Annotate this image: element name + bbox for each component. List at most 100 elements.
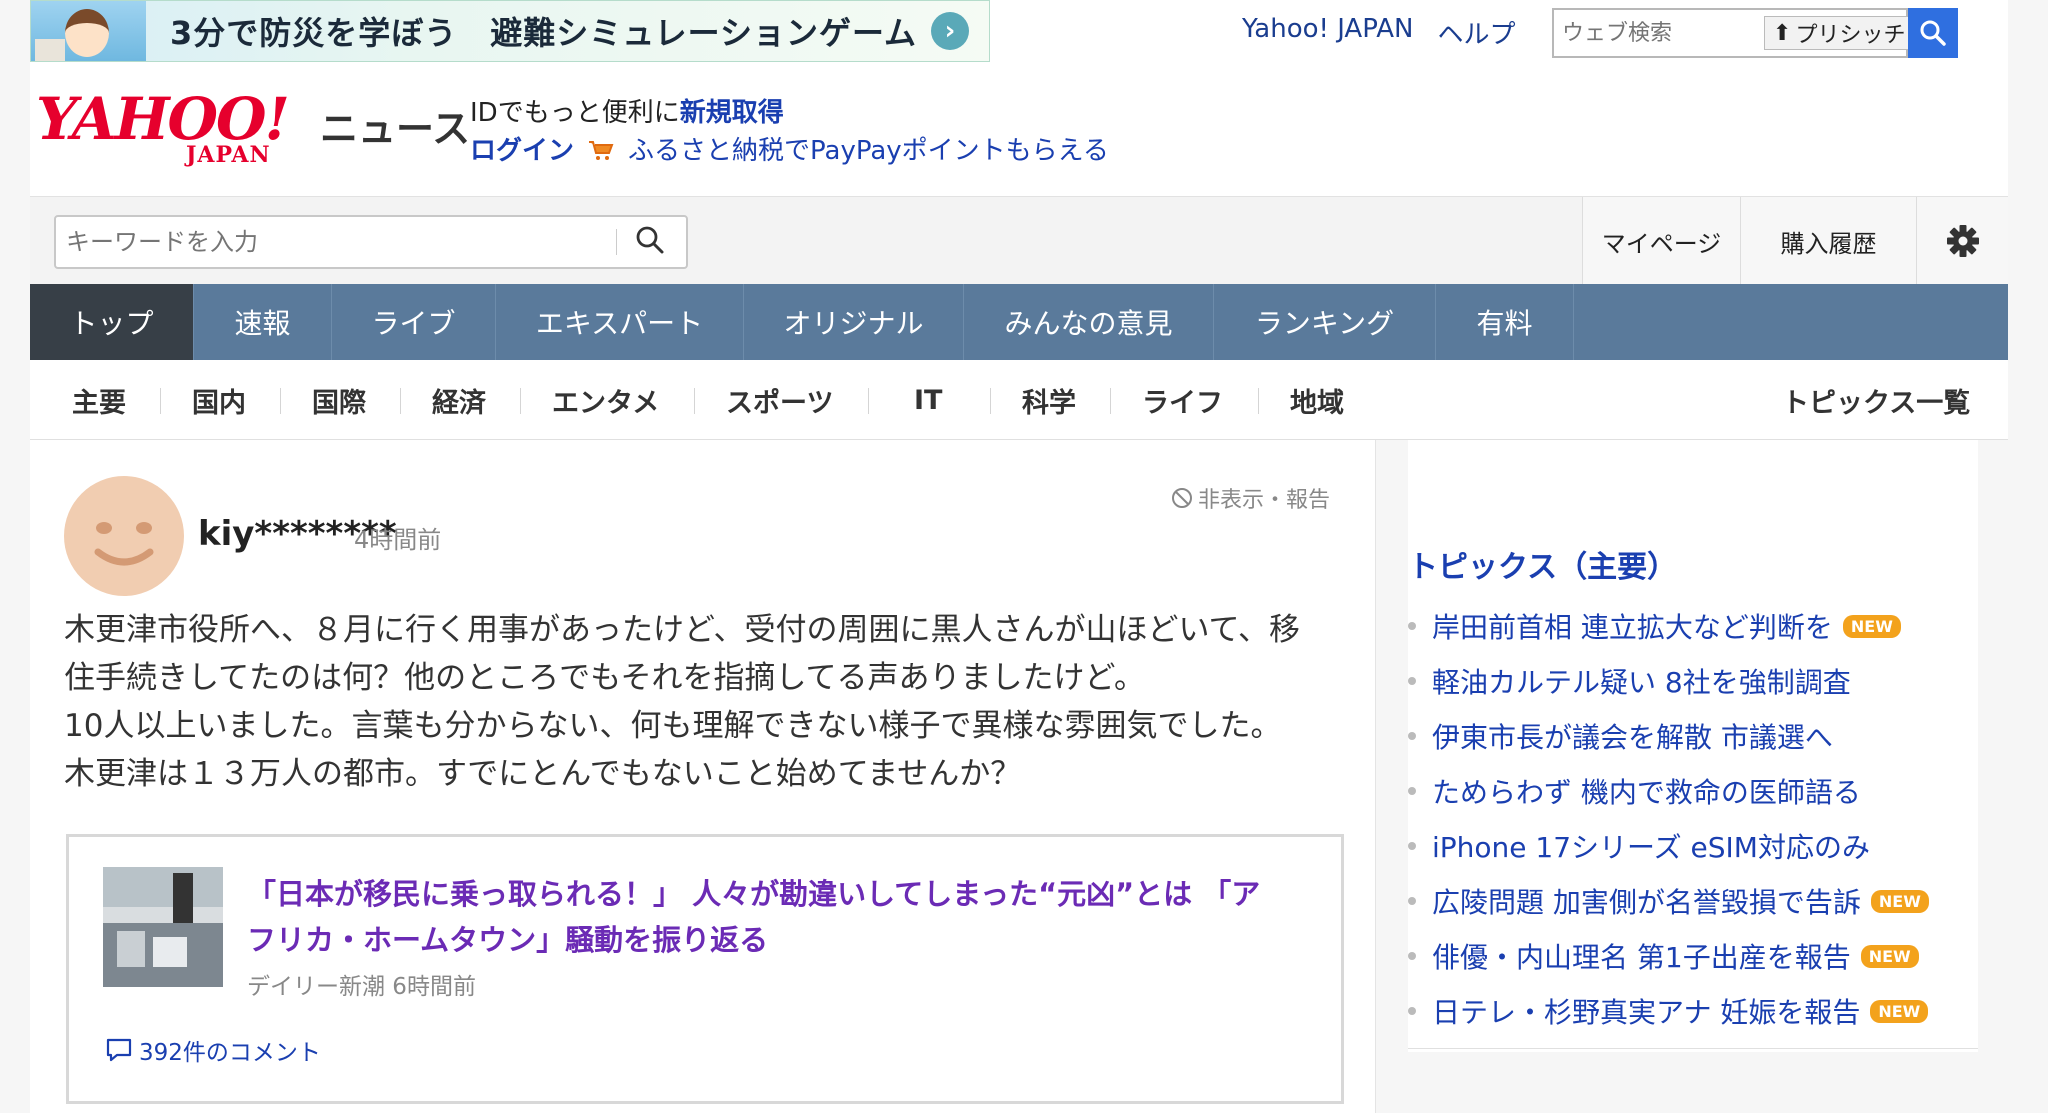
new-badge: NEW: [1842, 614, 1901, 638]
tab-opinions[interactable]: みんなの意見: [964, 284, 1214, 360]
tab-top[interactable]: トップ: [30, 284, 194, 360]
tab-expert[interactable]: エキスパート: [496, 284, 744, 360]
topic-text: 伊東市長が議会を解散 市議選へ: [1432, 721, 1833, 754]
category-main[interactable]: 主要: [72, 360, 126, 440]
article-comments-link[interactable]: 392件のコメント: [105, 1033, 321, 1067]
topics-title: トピックス（主要）: [1408, 550, 1678, 585]
topics-panel: トピックス（主要） 岸田前首相 連立拡大など判断を NEW 軽油カルテル疑い 8社…: [1408, 440, 1978, 1052]
top-strip: 3分で防災を学ぼう 避難シミュレーションゲーム › Yahoo! JAPAN ヘ…: [30, 0, 2008, 64]
comment-card: kiy******** 4時間前 非表示・報告 木更津市役所へ、８月に行く用事が…: [30, 440, 1376, 1113]
disaster-game-banner[interactable]: 3分で防災を学ぼう 避難シミュレーションゲーム ›: [30, 0, 990, 62]
tab-ranking[interactable]: ランキング: [1214, 284, 1436, 360]
register-link[interactable]: 新規取得: [680, 98, 784, 128]
topic-item[interactable]: 伊東市長が議会を解散 市議選へ: [1408, 716, 1833, 756]
topic-text: iPhone 17シリーズ eSIM対応のみ: [1432, 831, 1870, 864]
search-row: マイページ 購入履歴: [30, 196, 2008, 285]
help-link[interactable]: ヘルプ: [1437, 14, 1515, 51]
header: YAHOO! JAPAN ニュース IDでもっと便利に新規取得 ログイン ふるさ…: [30, 64, 2008, 196]
article-title[interactable]: 「日本が移民に乗っ取られる！」 人々が勘違いしてしまった“元凶”とは 「ア フリ…: [247, 871, 1317, 963]
category-economy[interactable]: 経済: [432, 360, 486, 440]
new-badge: NEW: [1870, 889, 1929, 913]
category-science[interactable]: 科学: [1022, 360, 1076, 440]
smiley-face-icon: [94, 522, 154, 566]
topic-item[interactable]: 岸田前首相 連立拡大など判断を NEW: [1408, 606, 1901, 646]
id-promo: IDでもっと便利に新規取得: [470, 92, 784, 129]
topics-divider: [1408, 1048, 1978, 1049]
login-link[interactable]: ログイン: [470, 130, 574, 167]
topic-item[interactable]: 広陵問題 加害側が名誉毀損で告訴 NEW: [1408, 881, 1929, 921]
tab-breaking[interactable]: 速報: [194, 284, 332, 360]
logo-yahoo: YAHOO!: [36, 85, 290, 153]
topic-text: 軽油カルテル疑い 8社を強制調査: [1432, 666, 1851, 699]
comment-line: 10人以上いました。言葉も分からない、何も理解できない様子で異様な雰囲気でした。: [64, 708, 1282, 744]
article-title-line: 「日本が移民に乗っ取られる！」 人々が勘違いしてしまった“元凶”とは 「ア: [247, 877, 1261, 911]
avatar: [64, 476, 184, 596]
tab-original[interactable]: オリジナル: [744, 284, 964, 360]
hide-report-label: 非表示・報告: [1198, 488, 1331, 513]
hide-report-button[interactable]: 非表示・報告: [1170, 482, 1330, 514]
new-badge: NEW: [1860, 944, 1919, 968]
keyword-search: [54, 215, 688, 269]
web-search-box: ⬆ プリシッチ: [1552, 8, 1915, 58]
settings-button[interactable]: [1916, 197, 2008, 285]
banner-illustration: [31, 1, 146, 61]
topic-item[interactable]: iPhone 17シリーズ eSIM対応のみ: [1408, 826, 1870, 866]
topic-text: 日テレ・杉野真実アナ 妊娠を報告: [1432, 996, 1861, 1029]
topic-item[interactable]: 日テレ・杉野真実アナ 妊娠を報告 NEW: [1408, 991, 1929, 1031]
topic-text: 広陵問題 加害側が名誉毀損で告訴: [1432, 886, 1861, 919]
id-promo-text: IDでもっと便利に: [470, 98, 680, 128]
gear-icon: [1946, 225, 1979, 257]
topic-text: ためらわず 機内で救命の医師語る: [1432, 776, 1861, 809]
category-nav: 主要 国内 国際 経済 エンタメ スポーツ IT 科学 ライフ 地域 トピックス…: [30, 360, 2008, 440]
search-divider: [616, 229, 617, 255]
purchase-history-link[interactable]: 購入履歴: [1740, 197, 1916, 285]
category-world[interactable]: 国際: [312, 360, 366, 440]
web-search-input[interactable]: [1554, 20, 1764, 46]
article-comments-count: 392件のコメント: [139, 1040, 321, 1066]
new-badge: NEW: [1870, 999, 1929, 1023]
mypage-link[interactable]: マイページ: [1582, 197, 1740, 285]
topics-list-link[interactable]: トピックス一覧: [1782, 360, 1970, 440]
topic-text: 岸田前首相 連立拡大など判断を: [1432, 611, 1833, 644]
main-nav: トップ 速報 ライブ エキスパート オリジナル みんなの意見 ランキング 有料: [30, 284, 2008, 360]
account-links: マイページ 購入履歴: [1582, 197, 2008, 285]
article-thumbnail: [103, 867, 223, 987]
tab-paid[interactable]: 有料: [1436, 284, 1574, 360]
yahoo-news-logo[interactable]: YAHOO! JAPAN: [36, 85, 290, 168]
category-sports[interactable]: スポーツ: [726, 360, 833, 440]
topic-item[interactable]: ためらわず 機内で救命の医師語る: [1408, 771, 1861, 811]
yahoo-japan-link[interactable]: Yahoo! JAPAN: [1242, 14, 1413, 51]
comment-line: 住手続きしてたのは何？他のところでもそれを指摘してる声ありましたけど。: [64, 660, 1145, 696]
article-source: デイリー新潮 6時間前: [247, 974, 476, 1000]
cart-icon: [588, 138, 614, 160]
web-search-button[interactable]: [1908, 8, 1958, 58]
banner-text: 3分で防災を学ぼう 避難シミュレーションゲーム: [170, 14, 918, 52]
search-icon: [1920, 20, 1946, 46]
top-links: Yahoo! JAPAN ヘルプ: [1242, 14, 1515, 51]
purush-button[interactable]: ⬆ プリシッチ: [1764, 16, 1915, 50]
topic-item[interactable]: 軽油カルテル疑い 8社を強制調査: [1408, 661, 1851, 701]
search-icon[interactable]: [635, 225, 665, 259]
page: 3分で防災を学ぼう 避難シミュレーションゲーム › Yahoo! JAPAN ヘ…: [30, 0, 2008, 1113]
logo-japan: JAPAN: [186, 142, 271, 168]
login-row: ログイン ふるさと納税でPayPayポイントもらえる: [470, 130, 1109, 167]
topic-item[interactable]: 俳優・内山理名 第1子出産を報告 NEW: [1408, 936, 1919, 976]
comment-bubble-icon: [106, 1038, 132, 1062]
logo-news: ニュース: [320, 107, 471, 151]
prohibited-icon: [1172, 488, 1192, 508]
category-domestic[interactable]: 国内: [192, 360, 246, 440]
related-article[interactable]: 「日本が移民に乗っ取られる！」 人々が勘違いしてしまった“元凶”とは 「ア フリ…: [66, 834, 1344, 1104]
tab-live[interactable]: ライブ: [332, 284, 496, 360]
comment-body: 木更津市役所へ、８月に行く用事があったけど、受付の周囲に黒人さんが山ほどいて、移…: [64, 606, 1354, 798]
keyword-input[interactable]: [56, 228, 616, 256]
purush-label: プリシッチ: [1795, 23, 1906, 48]
category-life[interactable]: ライフ: [1142, 360, 1223, 440]
article-title-line: フリカ・ホームタウン」騒動を振り返る: [247, 923, 769, 957]
chevron-right-icon: ›: [931, 12, 969, 50]
arrow-up-icon: ⬆: [1773, 20, 1792, 46]
category-local[interactable]: 地域: [1290, 360, 1344, 440]
furusato-link[interactable]: ふるさと納税でPayPayポイントもらえる: [628, 130, 1109, 167]
category-entertainment[interactable]: エンタメ: [552, 360, 659, 440]
category-it[interactable]: IT: [914, 360, 942, 440]
comment-line: 木更津市役所へ、８月に行く用事があったけど、受付の周囲に黒人さんが山ほどいて、移: [64, 612, 1300, 648]
